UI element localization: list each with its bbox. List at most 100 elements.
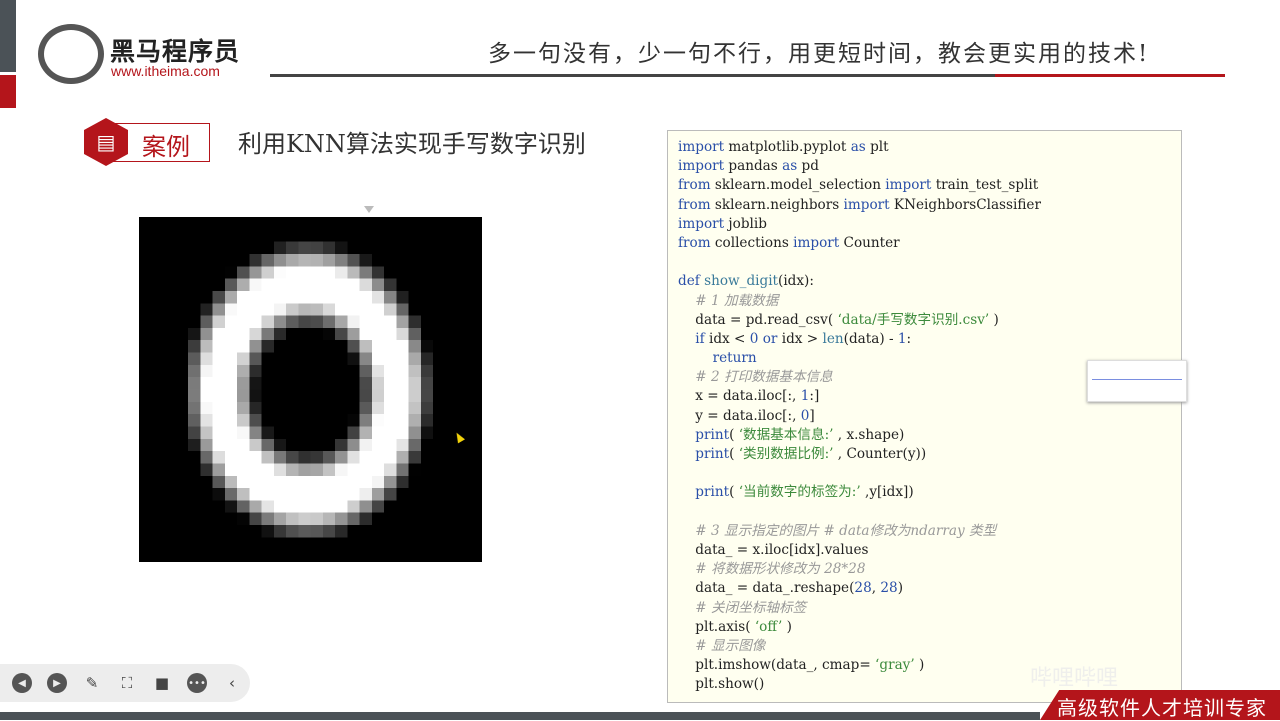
code-token: # 显示图像 <box>695 637 766 654</box>
code-token: return <box>712 350 757 367</box>
code-token: import <box>793 234 840 251</box>
code-line: # 关闭坐标轴标签 <box>678 599 1181 618</box>
digit-image <box>139 217 482 562</box>
code-token: idx > <box>777 330 823 347</box>
code-token: data = pd.read_csv( <box>678 311 838 328</box>
code-line: def show_digit(idx): <box>678 272 1181 291</box>
code-token: import <box>885 177 932 194</box>
more-icon[interactable]: ••• <box>185 671 209 695</box>
code-token: y = data.iloc[:, <box>678 407 801 424</box>
code-token: (data) - <box>843 330 898 347</box>
code-token: :] <box>809 388 820 405</box>
code-token: plt.show() <box>678 676 765 693</box>
code-token: KNeighborsClassifier <box>889 196 1041 213</box>
code-token: plt.axis( <box>678 618 755 635</box>
code-token: Counter <box>839 234 900 251</box>
code-line: import pandas as pd <box>678 157 1181 176</box>
code-token: print <box>695 426 730 443</box>
code-token: ‘off’ <box>754 618 783 635</box>
next-icon[interactable]: ▶ <box>45 671 69 695</box>
slide-title: 利用KNN算法实现手写数字识别 <box>238 130 586 158</box>
code-token: : <box>906 330 912 347</box>
footer-bar <box>0 712 1040 720</box>
code-token: from <box>678 234 711 251</box>
code-line: # 1 加载数据 <box>678 292 1181 311</box>
code-token: # 关闭坐标轴标签 <box>695 599 807 616</box>
pen-icon[interactable]: ✎ <box>80 671 104 695</box>
code-token: train_test_split <box>931 177 1039 194</box>
code-token: as <box>782 158 798 175</box>
header-divider-accent <box>995 74 1225 77</box>
code-token: import <box>843 196 890 213</box>
previous-icon[interactable]: ◀ <box>10 671 34 695</box>
code-token: import <box>678 215 725 232</box>
code-token: # 将数据形状修改为 28*28 <box>695 561 866 578</box>
code-token: len <box>822 330 844 347</box>
code-token: if <box>695 330 705 347</box>
code-line: import joblib <box>678 215 1181 234</box>
code-line: if idx < 0 or idx > len(data) - 1: <box>678 330 1181 349</box>
code-line: import matplotlib.pyplot as plt <box>678 138 1181 157</box>
code-token: , x.shape) <box>833 426 905 443</box>
code-line: # 3 显示指定的图片 # data修改为ndarray 类型 <box>678 522 1181 541</box>
code-token: # 3 显示指定的图片 # data修改为ndarray 类型 <box>695 522 997 539</box>
code-token: 28 <box>854 580 872 597</box>
code-token: data_ = x.iloc[idx].values <box>678 541 869 558</box>
code-line: from sklearn.neighbors import KNeighbors… <box>678 196 1181 215</box>
code-block: import matplotlib.pyplot as plt import pa… <box>667 130 1182 703</box>
code-token: ) <box>914 657 925 674</box>
code-line: data_ = data_.reshape(28, 28) <box>678 579 1181 598</box>
code-token: ] <box>809 407 815 424</box>
code-token: ‘数据基本信息:’ <box>738 426 834 443</box>
code-line: data_ = x.iloc[idx].values <box>678 541 1181 560</box>
code-token: (idx): <box>778 273 814 290</box>
code-token: pandas <box>724 158 783 175</box>
footer-tagline: 高级软件人才培训专家 <box>1057 696 1267 720</box>
code-token: , Counter(y)) <box>833 446 927 462</box>
code-token: x = data.iloc[:, <box>678 388 801 405</box>
code-token: print <box>695 484 730 501</box>
code-token: data_ = data_.reshape( <box>678 580 855 597</box>
code-token: # 1 加载数据 <box>695 292 779 309</box>
camera-icon[interactable]: ■ <box>150 671 174 695</box>
code-line: from sklearn.model_selection import trai… <box>678 176 1181 195</box>
code-token: def <box>678 273 700 290</box>
code-token: ) <box>897 580 904 597</box>
code-token: collections <box>710 234 794 251</box>
code-token: as <box>850 139 866 155</box>
code-token: # 2 打印数据基本信息 <box>695 369 833 386</box>
screenshot-icon[interactable]: ⛶ <box>115 671 139 695</box>
code-token: idx < <box>704 330 750 347</box>
code-token: ,y[idx]) <box>860 484 914 501</box>
code-token: 28 <box>880 580 898 597</box>
thumbnail-preview[interactable] <box>1087 360 1187 402</box>
code-line: print( ‘数据基本信息:’ , x.shape) <box>678 426 1181 445</box>
code-token: ‘data/手写数字识别.csv’ <box>837 311 990 328</box>
code-line: plt.axis( ‘off’ ) <box>678 618 1181 637</box>
code-token: ‘类别数据比例:’ <box>738 446 834 462</box>
code-token: import <box>678 158 725 175</box>
code-token: plt <box>865 139 889 155</box>
case-badge-label: 案例 <box>142 133 190 161</box>
code-line: data = pd.read_csv( ‘data/手写数字识别.csv’ ) <box>678 311 1181 330</box>
code-token: sklearn.model_selection <box>710 177 886 194</box>
code-line: from collections import Counter <box>678 234 1181 253</box>
code-token: plt.imshow(data_, cmap= <box>678 657 876 674</box>
code-line: y = data.iloc[:, 0] <box>678 407 1181 426</box>
collapse-icon[interactable]: ‹ <box>220 671 244 695</box>
code-token: ) <box>989 311 999 328</box>
slogan: 多一句没有，少一句不行，用更短时间，教会更实用的技术! <box>488 41 1150 67</box>
code-line: # 显示图像 <box>678 637 1181 656</box>
code-token: ( <box>729 426 739 443</box>
code-token: joblib <box>724 215 767 232</box>
